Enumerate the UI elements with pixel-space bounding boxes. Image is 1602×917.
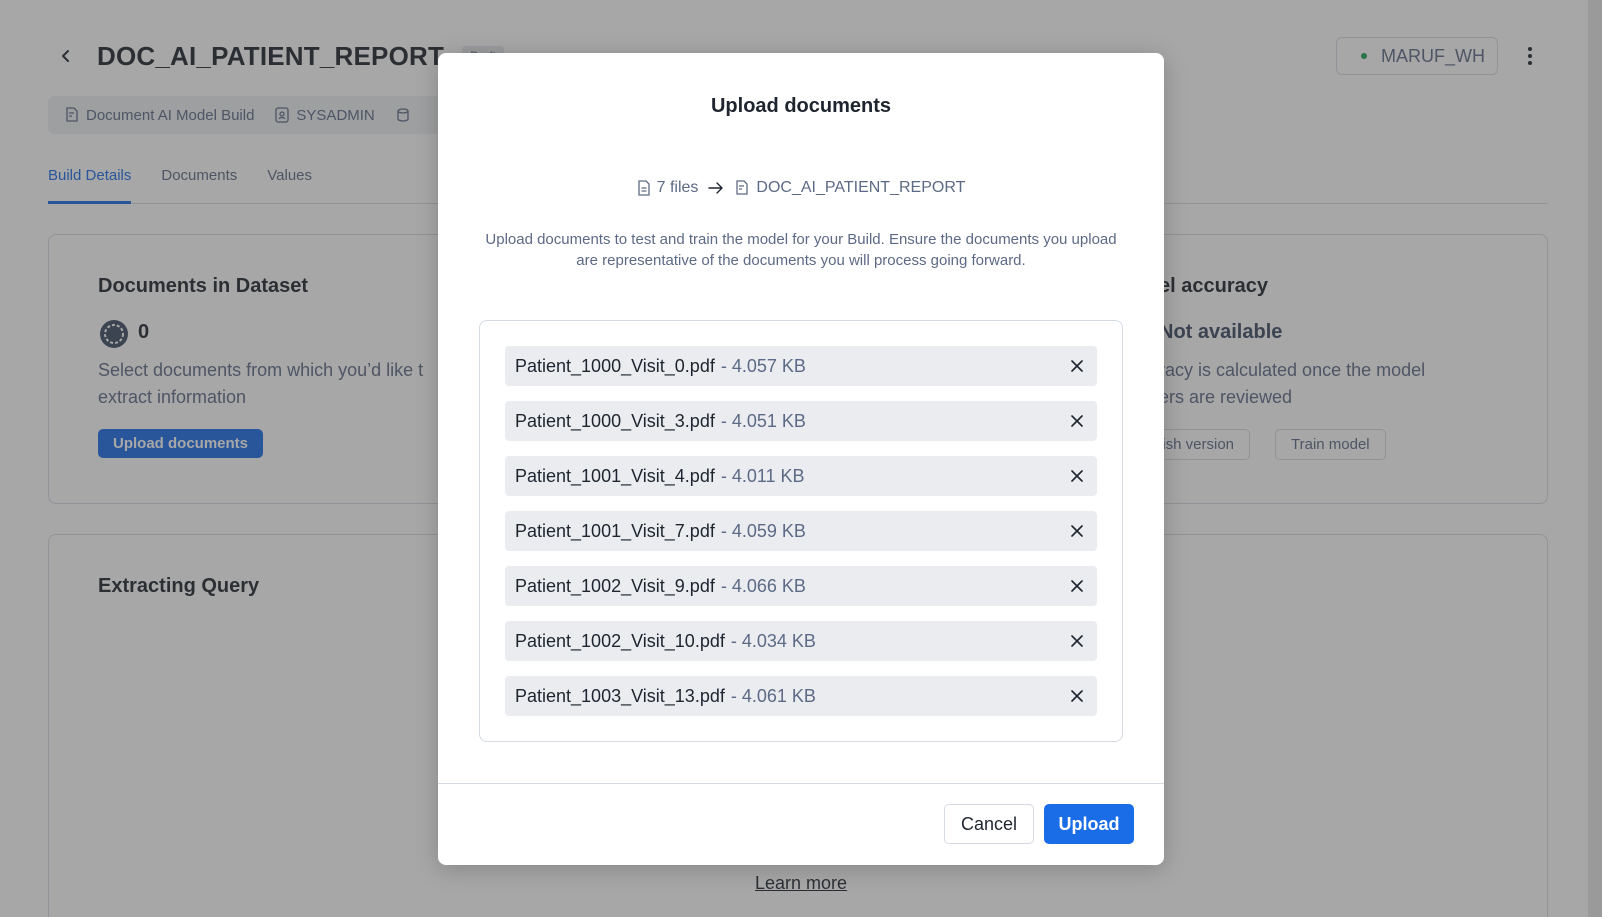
close-icon [1071,360,1083,372]
file-item: Patient_1003_Visit_13.pdf - 4.061 KB [505,676,1097,716]
remove-file-button[interactable] [1067,631,1087,651]
file-name: Patient_1000_Visit_3.pdf [515,410,715,431]
file-size: - 4.059 KB [720,520,806,541]
close-icon [1071,415,1083,427]
arrow-right-icon [708,182,724,194]
file-name: Patient_1003_Visit_13.pdf [515,685,725,706]
destination-build: DOC_AI_PATIENT_REPORT [756,179,966,196]
file-name: Patient_1002_Visit_9.pdf [515,575,715,596]
remove-file-button[interactable] [1067,576,1087,596]
remove-file-button[interactable] [1067,466,1087,486]
file-item: Patient_1001_Visit_4.pdf - 4.011 KB [505,456,1097,496]
file-item: Patient_1000_Visit_0.pdf - 4.057 KB [505,346,1097,386]
close-icon [1071,525,1083,537]
file-size: - 4.051 KB [720,410,806,431]
file-count: 7 files [656,179,699,196]
file-item: Patient_1002_Visit_9.pdf - 4.066 KB [505,566,1097,606]
cancel-button[interactable]: Cancel [944,804,1034,844]
file-name: Patient_1001_Visit_4.pdf [515,465,715,486]
file-item: Patient_1002_Visit_10.pdf - 4.034 KB [505,621,1097,661]
remove-file-button[interactable] [1067,411,1087,431]
file-size: - 4.066 KB [720,575,806,596]
dialog-description: Upload documents to test and train the m… [485,231,1117,269]
remove-file-button[interactable] [1067,686,1087,706]
close-icon [1071,635,1083,647]
file-item: Patient_1001_Visit_7.pdf - 4.059 KB [505,511,1097,551]
upload-documents-dialog: Upload documents 7 files DOC_AI_PATIENT_… [438,53,1164,865]
file-name: Patient_1001_Visit_7.pdf [515,520,715,541]
file-icon [637,180,650,196]
file-size: - 4.034 KB [730,630,816,651]
document-model-icon [736,180,749,195]
dialog-footer: Cancel Upload [438,783,1164,865]
file-size: - 4.061 KB [730,685,816,706]
file-item: Patient_1000_Visit_3.pdf - 4.051 KB [505,401,1097,441]
close-icon [1071,580,1083,592]
file-name: Patient_1000_Visit_0.pdf [515,355,715,376]
close-icon [1071,470,1083,482]
file-size: - 4.057 KB [720,355,806,376]
close-icon [1071,690,1083,702]
dialog-title: Upload documents [710,95,891,117]
file-name: Patient_1002_Visit_10.pdf [515,630,725,651]
upload-route: 7 files DOC_AI_PATIENT_REPORT [438,179,1164,197]
upload-button[interactable]: Upload [1044,804,1134,844]
remove-file-button[interactable] [1067,356,1087,376]
scrollbar[interactable] [1588,0,1602,917]
remove-file-button[interactable] [1067,521,1087,541]
file-list: Patient_1000_Visit_0.pdf - 4.057 KB Pati… [479,320,1123,742]
file-size: - 4.011 KB [720,465,805,486]
